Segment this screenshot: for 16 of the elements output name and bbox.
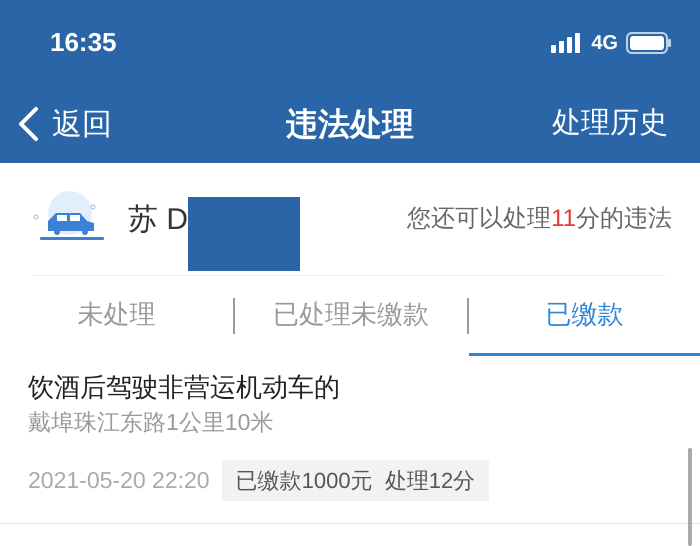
- filter-tab[interactable]: 未处理: [0, 276, 234, 356]
- points-remaining-text: 您还可以处理11分的违法: [407, 204, 672, 234]
- back-button[interactable]: 返回: [16, 102, 112, 146]
- page-title: 违法处理: [286, 105, 414, 144]
- violation-location: 戴埠珠江东路1公里10米: [28, 408, 274, 437]
- status-time: 16:35: [50, 26, 116, 59]
- filter-tab[interactable]: 已缴款: [468, 276, 700, 356]
- violation-time: 2021-05-20 22:20: [28, 466, 210, 496]
- plate-number: 苏 D: [128, 202, 188, 238]
- filter-tab[interactable]: 已处理未缴款: [235, 276, 467, 356]
- history-link[interactable]: 处理历史: [552, 102, 684, 146]
- network-label: 4G: [591, 30, 618, 56]
- battery-icon: [626, 32, 672, 54]
- violation-title: 饮酒后驾驶非营运机动车的: [28, 371, 341, 404]
- payment-status-tag: 已缴款1000元 处理12分: [222, 460, 490, 501]
- chevron-left-icon: [16, 106, 40, 142]
